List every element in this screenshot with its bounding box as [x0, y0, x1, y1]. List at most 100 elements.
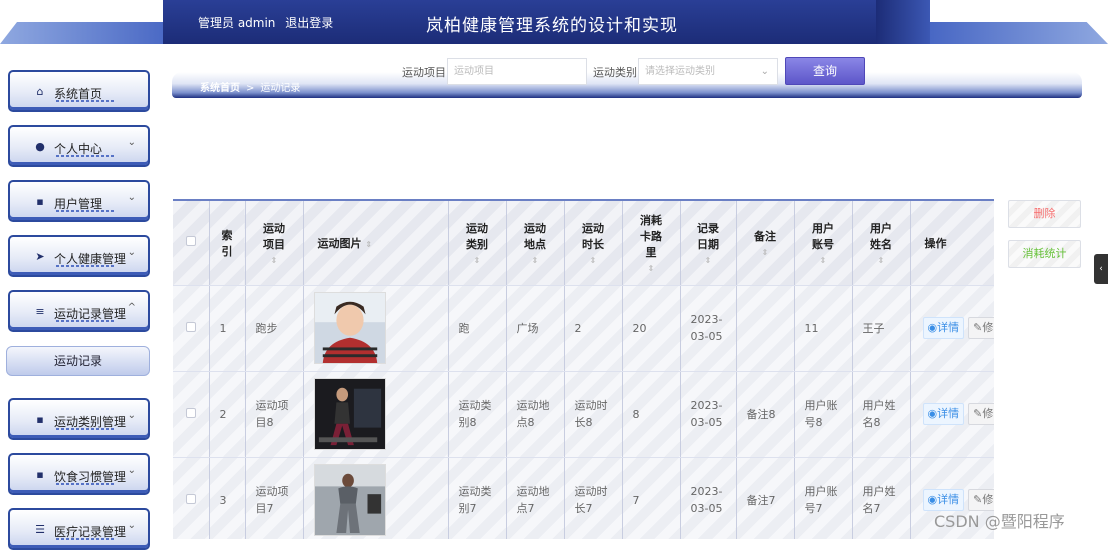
logout-link[interactable]: 退出登录 [285, 16, 333, 30]
sort-icon[interactable]: ⇕ [681, 256, 736, 265]
sort-icon[interactable]: ⇕ [246, 256, 303, 265]
table-row[interactable]: 1 跑步跑广场 2 20 2023-03-05 11 王子 ◉详情 ✎修 [173, 285, 994, 372]
detail-button[interactable]: ◉详情 [922, 317, 965, 339]
sidebar-item[interactable]: ▪ 用户管理 ⌄ [8, 180, 150, 222]
menu-underline [56, 320, 116, 322]
table-row[interactable]: 2 运动项目8 运动类别8 运动地点8 运动时长8 8 2023-03-05 备注8 用户账号8… [173, 371, 994, 458]
sort-icon[interactable]: ⇕ [365, 240, 372, 249]
edit-icon: ✎ [973, 321, 983, 334]
project-search-input[interactable]: 运动项目 [447, 58, 587, 85]
sidebar-subitem-exercise-records[interactable]: 运动记录 [6, 346, 150, 376]
header-calories[interactable]: 消耗卡路里 ⇕ [622, 201, 681, 286]
query-button[interactable]: 查询 [785, 57, 865, 85]
sort-icon[interactable]: ⇕ [565, 256, 622, 265]
sort-icon[interactable]: ⇕ [449, 256, 506, 265]
cell-location: 运动地点8 [506, 371, 565, 458]
exercise-image [313, 292, 386, 364]
admin-info: 管理员 admin 退出登录 [198, 14, 339, 31]
select-all-header [173, 201, 210, 286]
table-row[interactable]: 3 运动项目7 运动类别7 运动地点7 运动时长7 7 2023-03-05 备注7 用户账号7… [173, 457, 994, 539]
sort-icon[interactable]: ⇕ [507, 256, 564, 265]
edit-button[interactable]: ✎修 [968, 403, 994, 425]
cell-duration: 2 [564, 285, 623, 372]
cell-date: 2023-03-05 [680, 285, 737, 372]
menu-underline [56, 210, 116, 212]
sidebar-item[interactable]: ➤ 个人健康管理 ⌄ [8, 235, 150, 277]
row-checkbox[interactable] [185, 321, 196, 332]
table-header-row: 索引 运动项目 ⇕ 运动图片 ⇕ 运动类别 ⇕ 运动地点 ⇕ 运动时长 ⇕ 消耗卡路里 ⇕… [173, 201, 994, 286]
breadcrumb-separator: > [246, 83, 255, 94]
collapse-tab-icon[interactable]: ‹ [1094, 254, 1108, 284]
watermark: CSDN @暨阳程序 [934, 512, 1065, 531]
cell-calories: 7 [622, 457, 681, 539]
sidebar-item[interactable]: ● 个人中心 ⌄ [8, 125, 150, 167]
top-header: 管理员 admin 退出登录 岚柏健康管理系统的设计和实现 [0, 0, 1108, 44]
header-image[interactable]: 运动图片 ⇕ [303, 201, 449, 286]
sort-icon[interactable]: ⇕ [795, 256, 852, 265]
sidebar-item[interactable]: ⌂ 系统首页 [8, 70, 150, 112]
sidebar: ⌂ 系统首页 ● 个人中心 ⌄ ▪ 用户管理 ⌄ ➤ 个人健康管理 ⌄ ≡ 运动记录管理 ^ ▪ 运动类别管理… [0, 44, 158, 550]
stats-button[interactable]: 消耗统计 [1008, 240, 1081, 268]
cell-operation: ◉详情 ✎修 [910, 371, 994, 458]
delete-button[interactable]: 删除 [1008, 200, 1081, 228]
edit-button[interactable]: ✎修 [968, 317, 994, 339]
cell-calories-text: 20 [632, 321, 647, 335]
row-checkbox[interactable] [185, 493, 196, 504]
row-select-cell [173, 457, 210, 539]
cell-name: 用户姓名8 [852, 371, 911, 458]
grid-icon: ▪ [36, 195, 44, 208]
cell-image [303, 457, 449, 539]
sidebar-item[interactable]: ≡ 运动记录管理 ^ [8, 290, 150, 332]
header-index[interactable]: 索引 [209, 201, 246, 286]
breadcrumb-home[interactable]: 系统首页 [200, 83, 240, 94]
header-remark[interactable]: 备注 ⇕ [736, 201, 795, 286]
header-account[interactable]: 用户账号 ⇕ [794, 201, 853, 286]
sort-icon[interactable]: ⇕ [853, 256, 910, 265]
app-title: 岚柏健康管理系统的设计和实现 [426, 16, 678, 36]
admin-label: 管理员 admin [198, 16, 276, 30]
cell-operation: ◉详情 ✎修 [910, 285, 994, 372]
menu-underline [56, 538, 116, 540]
cell-location: 广场 [506, 285, 565, 372]
sidebar-item[interactable]: ▪ 饮食习惯管理 ⌄ [8, 453, 150, 495]
select-all-checkbox[interactable] [185, 236, 196, 247]
cell-date: 2023-03-05 [680, 457, 737, 539]
cell-category: 跑 [448, 285, 507, 372]
menu-underline [56, 100, 116, 102]
chevron-up-icon: ^ [127, 302, 136, 313]
sidebar-item[interactable]: ☰ 医疗记录管理 ⌄ [8, 508, 150, 550]
sort-icon[interactable]: ⇕ [737, 248, 794, 257]
header-account-label: 用户账号 [812, 222, 834, 252]
header-date[interactable]: 记录日期 ⇕ [680, 201, 737, 286]
chevron-down-icon: ⌄ [127, 137, 136, 148]
sidebar-item[interactable]: ▪ 运动类别管理 ⌄ [8, 398, 150, 440]
breadcrumb: 系统首页 > 运动记录 [200, 79, 300, 94]
header-name-label: 用户姓名 [870, 222, 892, 252]
header-image-label: 运动图片 [317, 236, 362, 250]
user-icon: ● [35, 140, 45, 153]
header-duration[interactable]: 运动时长 ⇕ [564, 201, 623, 286]
grid-icon: ▪ [36, 468, 44, 481]
chevron-down-icon: ⌄ [127, 192, 136, 203]
menu-underline [56, 483, 116, 485]
detail-button[interactable]: ◉详情 [922, 403, 965, 425]
cell-account: 用户账号8 [794, 371, 853, 458]
grid-icon: ▪ [36, 413, 44, 426]
detail-label: 详情 [937, 407, 960, 420]
header-remark-label: 备注 [754, 230, 776, 244]
header-category[interactable]: 运动类别 ⇕ [448, 201, 507, 286]
header-project[interactable]: 运动项目 ⇕ [245, 201, 304, 286]
edit-label: 修 [982, 321, 994, 334]
cell-duration: 运动时长8 [564, 371, 623, 458]
header-name[interactable]: 用户姓名 ⇕ [852, 201, 911, 286]
header-decoration-right [930, 22, 1108, 44]
category-select[interactable]: 请选择运动类别 ⌄ [638, 58, 778, 85]
header-location[interactable]: 运动地点 ⇕ [506, 201, 565, 286]
cell-project-text: 运动项目7 [255, 485, 289, 515]
cell-account-text: 用户账号7 [804, 485, 838, 515]
row-checkbox[interactable] [185, 407, 196, 418]
chevron-down-icon: ⌄ [760, 66, 769, 77]
cell-project: 运动项目7 [245, 457, 304, 539]
sort-icon[interactable]: ⇕ [623, 264, 680, 273]
exercise-image [313, 464, 386, 536]
